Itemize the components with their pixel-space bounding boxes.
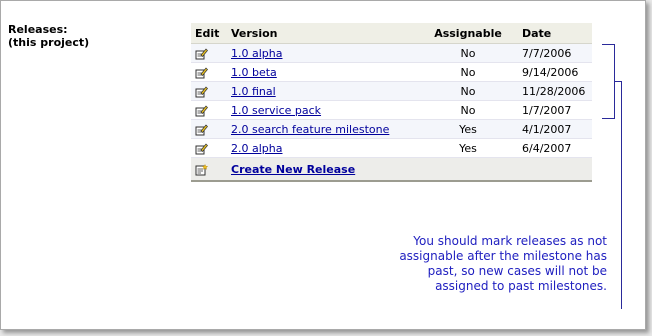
annotation-note: You should mark releases as not assignab… [399, 234, 607, 293]
create-link-cell: Create New Release [227, 157, 592, 182]
edit-pencil-icon[interactable] [195, 47, 208, 60]
screenshot-frame: Releases: (this project) Edit Version As… [0, 0, 646, 330]
new-release-icon[interactable] [195, 163, 209, 176]
header-edit: Edit [191, 23, 227, 44]
table-row: 1.0 final No 11/28/2006 [191, 81, 592, 101]
assignable-cell: No [418, 62, 518, 82]
date-cell: 1/7/2007 [518, 100, 592, 120]
release-link[interactable]: 1.0 service pack [231, 104, 321, 117]
header-version: Version [227, 23, 418, 44]
header-assignable: Assignable [418, 23, 518, 44]
edit-pencil-icon[interactable] [195, 66, 208, 79]
date-cell: 4/1/2007 [518, 119, 592, 139]
edit-pencil-icon[interactable] [195, 142, 208, 155]
table-row: 1.0 alpha No 7/7/2006 [191, 43, 592, 63]
table-row: 1.0 service pack No 1/7/2007 [191, 100, 592, 120]
date-cell: 7/7/2006 [518, 43, 592, 63]
date-cell: 11/28/2006 [518, 81, 592, 101]
release-link[interactable]: 1.0 beta [231, 66, 277, 79]
table-row: 2.0 alpha Yes 6/4/2007 [191, 138, 592, 158]
edit-pencil-icon[interactable] [195, 104, 208, 117]
assignable-cell: Yes [418, 138, 518, 158]
assignable-cell: Yes [418, 119, 518, 139]
release-link[interactable]: 1.0 alpha [231, 47, 282, 60]
release-link[interactable]: 2.0 alpha [231, 142, 282, 155]
edit-cell [191, 138, 227, 158]
create-new-release-link[interactable]: Create New Release [231, 163, 355, 176]
date-cell: 9/14/2006 [518, 62, 592, 82]
edit-cell [191, 119, 227, 139]
assignable-cell: No [418, 43, 518, 63]
version-cell: 2.0 search feature milestone [227, 119, 418, 139]
create-release-row: Create New Release [191, 157, 592, 182]
release-link[interactable]: 1.0 final [231, 85, 276, 98]
table-row: 1.0 beta No 9/14/2006 [191, 62, 592, 82]
version-cell: 2.0 alpha [227, 138, 418, 158]
assignable-cell: No [418, 100, 518, 120]
version-cell: 1.0 alpha [227, 43, 418, 63]
releases-section-label: Releases: (this project) [8, 23, 89, 49]
this-project-label: (this project) [8, 36, 90, 49]
edit-pencil-icon[interactable] [195, 123, 208, 136]
create-icon-cell [191, 157, 227, 182]
release-link[interactable]: 2.0 search feature milestone [231, 123, 389, 136]
releases-table: Edit Version Assignable Date 1.0 alpha N… [191, 23, 592, 182]
date-cell: 6/4/2007 [518, 138, 592, 158]
version-cell: 1.0 final [227, 81, 418, 101]
edit-pencil-icon[interactable] [195, 85, 208, 98]
edit-cell [191, 100, 227, 120]
header-date: Date [518, 23, 592, 44]
assignable-cell: No [418, 81, 518, 101]
releases-label: Releases: [8, 23, 68, 36]
version-cell: 1.0 service pack [227, 100, 418, 120]
table-header-row: Edit Version Assignable Date [191, 23, 592, 44]
edit-cell [191, 81, 227, 101]
table-row: 2.0 search feature milestone Yes 4/1/200… [191, 119, 592, 139]
edit-cell [191, 62, 227, 82]
annotation-line [621, 81, 622, 309]
version-cell: 1.0 beta [227, 62, 418, 82]
edit-cell [191, 43, 227, 63]
